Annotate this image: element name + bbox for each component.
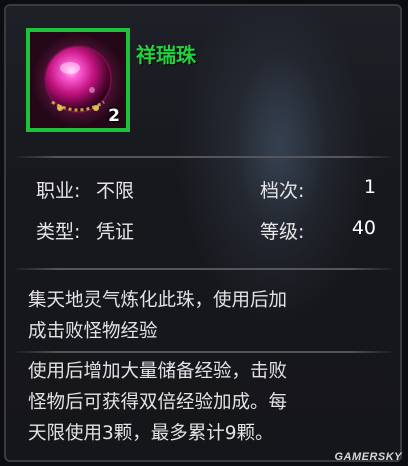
item-tooltip: 2 祥瑞珠 职业: 不限 档次: 1 类型: 凭证 等级: 40 集天地灵气炼化… — [4, 4, 402, 462]
type-label: 类型: — [36, 221, 81, 243]
type-value: 凭证 — [96, 221, 135, 243]
effect-text: 使用后增加大量储备经验，击败 怪物后可获得双倍经验加成。每 天限使用3颗，最多累… — [28, 356, 382, 449]
profession-value: 不限 — [96, 180, 135, 202]
level-value: 40 — [351, 217, 376, 239]
profession-label: 职业: — [36, 180, 81, 202]
lore-line: 集天地灵气炼化此珠，使用后加 — [28, 290, 288, 311]
grade-value: 1 — [363, 176, 376, 198]
grade-label: 档次: — [260, 180, 305, 202]
effect-line: 怪物后可获得双倍经验加成。每 — [28, 392, 288, 413]
lore-line: 成击败怪物经验 — [28, 321, 158, 342]
stack-count: 2 — [108, 106, 120, 126]
effect-line: 使用后增加大量储备经验，击败 — [28, 361, 288, 382]
item-name: 祥瑞珠 — [136, 43, 196, 67]
watermark-logo: GAMERSKY — [334, 451, 402, 463]
item-icon-slot[interactable]: 2 — [26, 28, 130, 132]
lore-text: 集天地灵气炼化此珠，使用后加 成击败怪物经验 — [28, 285, 382, 347]
level-label: 等级: — [260, 221, 305, 243]
effect-line: 天限使用3颗，最多累计9颗。 — [28, 423, 274, 444]
divider-top — [12, 156, 396, 158]
divider-middle — [12, 268, 396, 270]
divider-lower — [12, 351, 396, 353]
